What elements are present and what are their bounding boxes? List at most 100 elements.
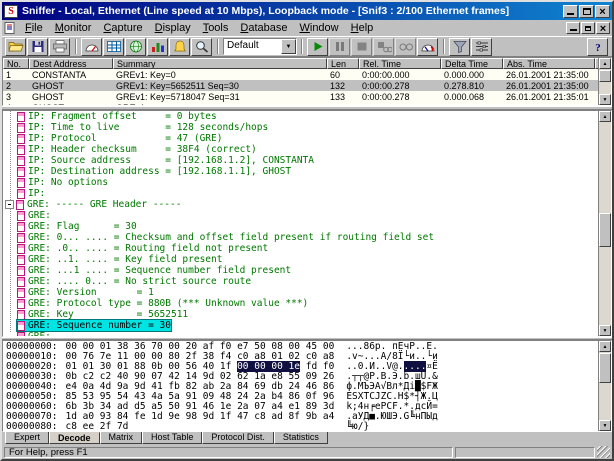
decode-line[interactable]: GRE: ..1. .... = Key field present xyxy=(3,254,598,265)
scroll-up-button[interactable] xyxy=(599,341,611,352)
decode-line[interactable]: GRE: xyxy=(3,210,598,221)
scroll-down-button[interactable] xyxy=(599,94,611,105)
define-filter-button[interactable] xyxy=(449,38,470,56)
protocol-field-icon xyxy=(17,332,25,337)
decode-pane: IP: Fragment offset = 0 bytes IP: Time t… xyxy=(2,110,612,337)
decode-line[interactable]: GRE: xyxy=(3,331,598,336)
packet-row-1[interactable]: 1 CONSTANTA GREv1: Key=0 60 0:00:00.000 … xyxy=(3,69,598,80)
mdi-restore-button[interactable] xyxy=(581,22,595,34)
decode-line[interactable]: IP: xyxy=(3,188,598,199)
packet-list-scrollbar[interactable] xyxy=(598,58,611,105)
pause-capture-button[interactable] xyxy=(329,38,350,56)
menu-monitor[interactable]: Monitor xyxy=(49,22,98,34)
tree-collapse-icon[interactable] xyxy=(5,200,14,209)
play-icon xyxy=(310,40,326,53)
resize-grip[interactable] xyxy=(597,446,610,458)
title-bar[interactable]: S Sniffer - Local, Ethernet (Line speed … xyxy=(2,2,612,20)
dropdown-arrow-icon[interactable] xyxy=(281,39,296,54)
display-capture-button[interactable] xyxy=(395,38,416,56)
col-delta-time[interactable]: Delta Time xyxy=(441,58,503,69)
packet-row-4[interactable]: 4 GHOST GREv1: xyxy=(3,102,598,105)
col-dest-address[interactable]: Dest Address xyxy=(29,58,113,69)
history-button[interactable] xyxy=(147,38,168,56)
alarm-log-button[interactable] xyxy=(169,38,190,56)
decode-scrollbar[interactable] xyxy=(598,111,611,336)
decode-line[interactable]: GRE: 0... .... = Checksum and offset fie… xyxy=(3,232,598,243)
menu-file[interactable]: File xyxy=(19,22,49,34)
host-table-button[interactable] xyxy=(103,38,124,56)
col-rel-time[interactable]: Rel. Time xyxy=(359,58,441,69)
decode-line[interactable]: IP: Fragment offset = 0 bytes xyxy=(3,111,598,122)
tab-protocol-dist[interactable]: Protocol Dist. xyxy=(202,432,274,444)
menu-database[interactable]: Database xyxy=(234,22,293,34)
dashboard-button[interactable] xyxy=(81,38,102,56)
capture-options-button[interactable] xyxy=(471,38,492,56)
decode-line[interactable]: IP: Protocol = 47 (GRE) xyxy=(3,133,598,144)
scroll-down-button[interactable] xyxy=(599,325,611,336)
close-button[interactable] xyxy=(595,5,610,18)
scroll-thumb[interactable] xyxy=(599,70,611,82)
mdi-close-button[interactable] xyxy=(596,22,610,34)
decode-line[interactable]: GRE: .... 0... = No strict source route xyxy=(3,276,598,287)
hex-row[interactable]: 00000080:c8 ee 2f 7d ╚ю/} xyxy=(6,422,598,431)
printer-icon xyxy=(52,40,68,53)
menu-help[interactable]: Help xyxy=(345,22,380,34)
scroll-thumb[interactable] xyxy=(599,353,611,383)
maximize-button[interactable] xyxy=(579,5,594,18)
menu-display[interactable]: Display xyxy=(149,22,197,34)
help-button[interactable]: ? xyxy=(587,38,608,56)
scroll-up-button[interactable] xyxy=(599,111,611,122)
matrix-button[interactable] xyxy=(125,38,146,56)
decode-line[interactable]: GRE: Flag = 30 xyxy=(3,221,598,232)
col-abs-time[interactable]: Abs. Time xyxy=(503,58,595,69)
decode-line[interactable]: IP: Source address = [192.168.1.2], CONS… xyxy=(3,155,598,166)
stop-and-display-button[interactable] xyxy=(373,38,394,56)
decode-line[interactable]: IP: Destination address = [192.168.1.1],… xyxy=(3,166,598,177)
scroll-thumb[interactable] xyxy=(599,213,611,247)
packet-row-3[interactable]: 3 GHOST GREv1: Key=5718047 Seq=31 133 0:… xyxy=(3,91,598,102)
profile-select[interactable]: Default xyxy=(223,38,297,55)
decode-line[interactable]: GRE: .0.. .... = Routing field not prese… xyxy=(3,243,598,254)
decode-text: IP: Destination address = [192.168.1.1],… xyxy=(28,166,291,177)
tab-expert[interactable]: Expert xyxy=(5,432,49,444)
packet-row-2-selected[interactable]: 2 GHOST GREv1: Key=5652511 Seq=30 132 0:… xyxy=(3,80,598,91)
scroll-track[interactable] xyxy=(599,122,611,325)
decode-line[interactable]: IP: No options xyxy=(3,177,598,188)
capture-panel-button[interactable] xyxy=(417,38,438,56)
save-button[interactable] xyxy=(27,38,48,56)
find-frame-button[interactable] xyxy=(191,38,212,56)
hex-scrollbar[interactable] xyxy=(598,341,611,431)
col-no[interactable]: No. xyxy=(3,58,29,69)
scroll-track[interactable] xyxy=(599,352,611,420)
decode-line[interactable]: IP: Header checksum = 38F4 (correct) xyxy=(3,144,598,155)
tab-matrix[interactable]: Matrix xyxy=(100,432,143,444)
scroll-down-button[interactable] xyxy=(599,420,611,431)
print-button[interactable] xyxy=(49,38,70,56)
pause-icon xyxy=(332,40,348,53)
decode-line[interactable]: GRE: Key = 5652511 xyxy=(3,309,598,320)
start-capture-button[interactable] xyxy=(307,38,328,56)
tab-decode[interactable]: Decode xyxy=(49,432,100,444)
col-summary[interactable]: Summary xyxy=(113,58,327,69)
decode-line-selected[interactable]: GRE: Sequence number = 30 xyxy=(3,320,598,331)
tab-statistics[interactable]: Statistics xyxy=(274,432,328,444)
decode-line[interactable]: GRE: Version = 1 xyxy=(3,287,598,298)
mdi-minimize-button[interactable] xyxy=(566,22,580,34)
decode-line[interactable]: IP: Time to live = 128 seconds/hops xyxy=(3,122,598,133)
decode-text: IP: No options xyxy=(28,177,108,188)
menu-tools[interactable]: Tools xyxy=(197,22,235,34)
decode-line[interactable]: GRE: ...1 .... = Sequence number field p… xyxy=(3,265,598,276)
decode-line[interactable]: GRE: Protocol type = 880B (*** Unknown v… xyxy=(3,298,598,309)
scroll-track[interactable] xyxy=(599,69,611,94)
scroll-up-button[interactable] xyxy=(599,58,611,69)
decode-line-gre-header[interactable]: GRE: ----- GRE Header ----- xyxy=(3,199,598,210)
minimize-button[interactable] xyxy=(563,5,578,18)
menu-window[interactable]: Window xyxy=(293,22,344,34)
capture-gauge-icon xyxy=(420,40,436,53)
decode-text: GRE: xyxy=(28,331,51,336)
menu-capture[interactable]: Capture xyxy=(97,22,148,34)
stop-capture-button[interactable] xyxy=(351,38,372,56)
col-len[interactable]: Len xyxy=(327,58,359,69)
open-button[interactable] xyxy=(5,38,26,56)
tab-host-table[interactable]: Host Table xyxy=(142,432,202,444)
